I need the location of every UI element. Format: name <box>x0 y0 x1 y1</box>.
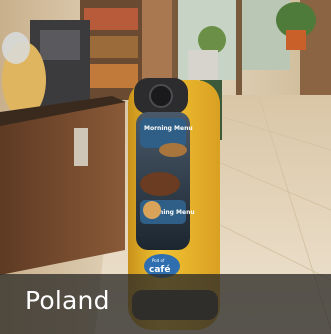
shelf-products-2 <box>84 36 138 58</box>
window-post-2 <box>236 0 242 110</box>
shelf-products-3 <box>84 64 138 88</box>
location-tile[interactable]: Morning Menu Morning Menu Pod of café Po… <box>0 0 331 334</box>
robot-camera <box>149 84 173 108</box>
plant-pot <box>286 30 306 50</box>
screen-banner <box>140 118 186 148</box>
screen-bowl-image <box>140 172 180 196</box>
plant-foliage-2 <box>198 26 226 54</box>
screen-food-image <box>159 143 187 157</box>
screen-pastry-image <box>143 201 161 219</box>
bread-bag-wrap <box>2 32 30 64</box>
wooden-counter <box>0 100 125 275</box>
screen-banner-text: Morning Menu <box>144 125 193 132</box>
country-caption: Poland <box>25 286 110 315</box>
counter-outlet <box>74 128 88 166</box>
coffee-machine-panel <box>40 30 80 60</box>
robot-logo-small-text: Pod of <box>152 258 165 263</box>
shelf-products-1 <box>84 8 138 30</box>
